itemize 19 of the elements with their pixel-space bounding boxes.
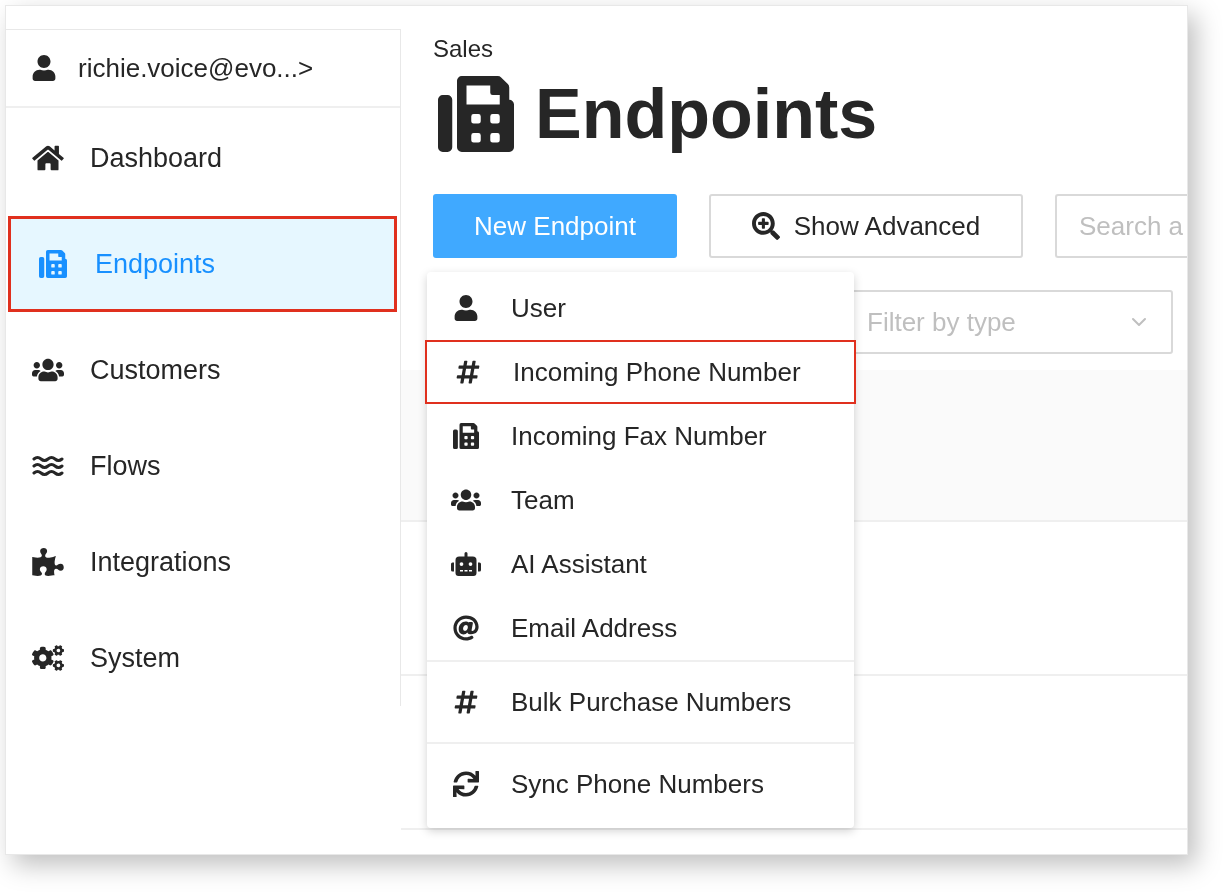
page-title: Endpoints — [535, 74, 878, 154]
search-field[interactable]: Search a — [1055, 194, 1187, 258]
sidebar-item[interactable]: Flows — [6, 418, 400, 514]
show-advanced-button[interactable]: Show Advanced — [709, 194, 1023, 258]
menu-item[interactable]: Sync Phone Numbers — [427, 744, 854, 824]
menu-item[interactable]: Incoming Phone Number — [425, 340, 856, 404]
menu-item[interactable]: Incoming Fax Number — [427, 404, 854, 468]
account-menu[interactable]: richie.voice@evo...> — [6, 30, 400, 108]
menu-item[interactable]: Bulk Purchase Numbers — [427, 662, 854, 742]
sidebar-item[interactable]: Integrations — [6, 514, 400, 610]
menu-item[interactable]: AI Assistant — [427, 532, 854, 596]
sidebar-item[interactable]: System — [6, 610, 400, 706]
account-email: richie.voice@evo... — [78, 51, 299, 85]
sidebar-item[interactable]: Customers — [6, 322, 400, 418]
menu-item[interactable]: Team — [427, 468, 854, 532]
sidebar-item[interactable]: Dashboard — [6, 110, 400, 206]
menu-item[interactable]: Email Address — [427, 596, 854, 660]
breadcrumb: Sales — [433, 34, 495, 64]
chevron: > — [298, 51, 314, 85]
